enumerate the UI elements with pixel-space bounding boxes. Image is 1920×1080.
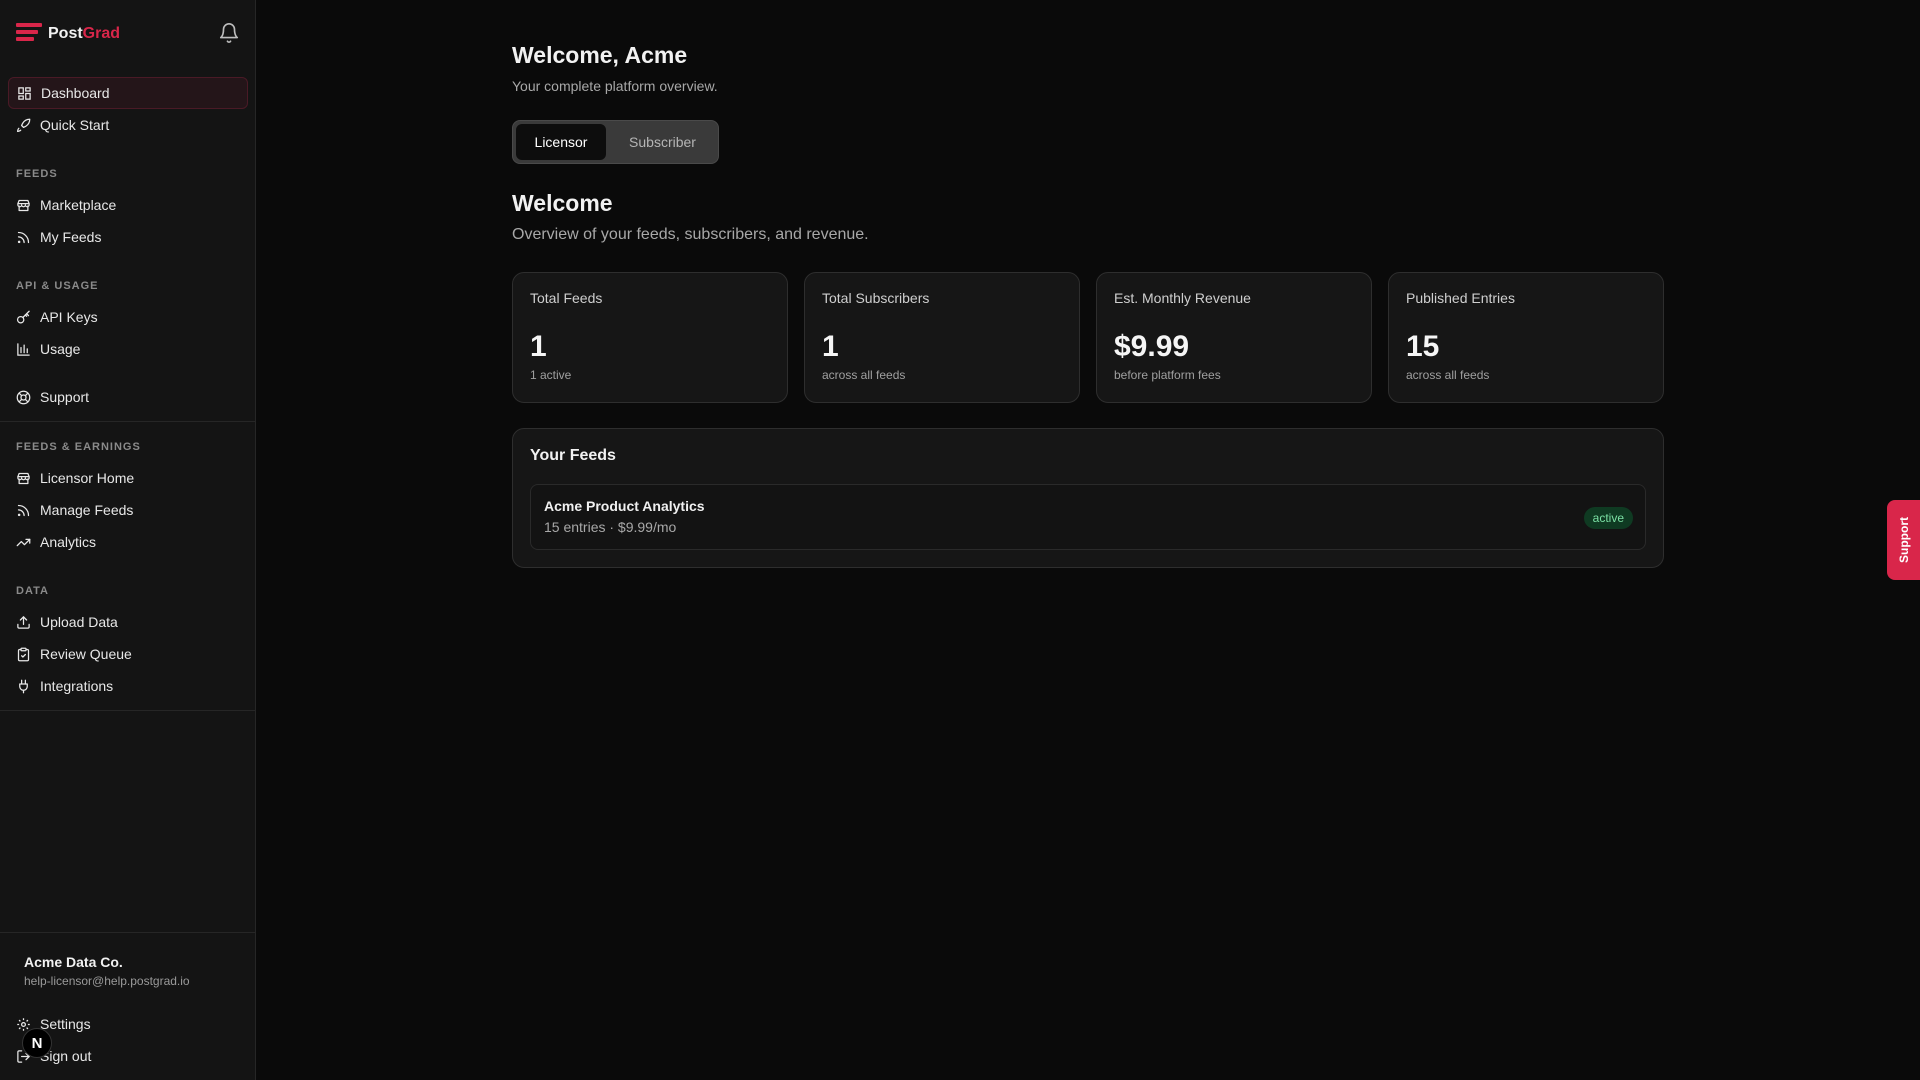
stat-card-published-entries: Published Entries 15 across all feeds: [1388, 272, 1664, 403]
list-item[interactable]: Acme Product Analytics 15 entries · $9.9…: [530, 484, 1646, 550]
account-name: Acme Data Co.: [24, 954, 123, 970]
sidebar-item-label: Dashboard: [41, 85, 110, 101]
store-icon: [17, 472, 30, 484]
sidebar-item-review-queue[interactable]: Review Queue: [8, 638, 248, 670]
sidebar-item-label: Support: [40, 389, 90, 405]
sidebar-item-label: Marketplace: [40, 197, 117, 213]
sidebar-item-label: Usage: [40, 341, 81, 357]
sidebar-item-dashboard[interactable]: Dashboard: [8, 77, 248, 109]
rocket-icon: [16, 118, 31, 132]
sidebar-item-label: API Keys: [40, 309, 98, 325]
page-subtitle: Your complete platform overview.: [512, 78, 718, 94]
role-toggle: Licensor Subscriber: [512, 120, 719, 164]
lifebuoy-icon: [16, 390, 31, 404]
panel-title: Your Feeds: [530, 447, 616, 464]
status-badge: active: [1583, 507, 1633, 529]
stat-label: Total Subscribers: [822, 290, 930, 306]
rss-icon: [17, 504, 30, 516]
key-icon: [16, 310, 30, 323]
toggle-licensor[interactable]: Licensor: [516, 124, 606, 160]
sidebar-item-upload-data[interactable]: Upload Data: [8, 606, 248, 638]
brand-logo[interactable]: PostGrad: [16, 20, 240, 48]
sidebar-item-label: Quick Start: [40, 117, 110, 133]
feed-meta: 15 entries · $9.99/mo: [544, 519, 677, 535]
brand-name: PostGrad: [48, 25, 121, 42]
grid-icon: [18, 86, 31, 100]
upload-icon: [17, 615, 30, 629]
sidebar-item-label: Integrations: [40, 678, 114, 694]
stat-value: 15: [1406, 330, 1440, 363]
your-feeds-panel: Your Feeds Acme Product Analytics 15 ent…: [512, 428, 1664, 568]
stat-note: across all feeds: [1406, 368, 1490, 382]
section-label-api-usage: API & USAGE: [16, 280, 99, 292]
stat-value: 1: [822, 330, 839, 363]
support-tab-label: Support: [1896, 517, 1911, 563]
sidebar-item-label: Upload Data: [40, 614, 118, 630]
sidebar-item-label: Analytics: [40, 534, 97, 550]
sidebar-item-analytics[interactable]: Analytics: [8, 526, 248, 558]
section-subtitle: Overview of your feeds, subscribers, and…: [512, 226, 869, 243]
bell-icon[interactable]: [218, 22, 240, 44]
sidebar-item-label: Licensor Home: [40, 470, 135, 486]
sidebar-item-marketplace[interactable]: Marketplace: [8, 189, 248, 221]
sidebar-item-label: Review Queue: [40, 646, 132, 662]
sidebar-item-label: My Feeds: [40, 229, 102, 245]
stat-value: $9.99: [1114, 330, 1190, 363]
stat-label: Est. Monthly Revenue: [1114, 290, 1251, 306]
feed-name: Acme Product Analytics: [544, 498, 705, 514]
sidebar-divider: [0, 421, 256, 422]
bar-chart-icon: [17, 342, 30, 356]
rss-icon: [17, 231, 30, 243]
sidebar-divider: [0, 932, 256, 933]
stat-value: 1: [530, 330, 547, 363]
stat-label: Total Feeds: [530, 290, 603, 306]
stat-note: across all feeds: [822, 368, 906, 382]
stat-card-total-subscribers: Total Subscribers 1 across all feeds: [804, 272, 1080, 403]
account-info: Acme Data Co. help-licensor@help.postgra…: [24, 954, 190, 988]
stat-card-total-feeds: Total Feeds 1 1 active: [512, 272, 788, 403]
plug-icon: [19, 679, 28, 693]
trending-up-icon: [16, 538, 31, 546]
stat-label: Published Entries: [1406, 290, 1515, 306]
stat-card-monthly-revenue: Est. Monthly Revenue $9.99 before platfo…: [1096, 272, 1372, 403]
section-title: Welcome: [512, 190, 613, 216]
sidebar-item-manage-feeds[interactable]: Manage Feeds: [8, 494, 248, 526]
sidebar-item-quick-start[interactable]: Quick Start: [8, 109, 248, 141]
support-tab-button[interactable]: Support: [1887, 500, 1920, 580]
section-label-feeds: FEEDS: [16, 168, 58, 180]
account-email: help-licensor@help.postgrad.io: [24, 974, 190, 988]
sidebar-item-integrations[interactable]: Integrations: [8, 670, 248, 702]
sidebar-divider: [0, 710, 256, 711]
clipboard-check-icon: [17, 647, 30, 661]
avatar[interactable]: N: [22, 1028, 52, 1058]
sidebar-item-support[interactable]: Support: [8, 381, 248, 413]
sidebar: PostGrad Dashboard Quick Start FEEDS Mar…: [0, 0, 256, 1080]
sidebar-item-label: Manage Feeds: [40, 502, 134, 518]
toggle-subscriber[interactable]: Subscriber: [610, 124, 715, 160]
sidebar-item-label: Settings: [40, 1016, 91, 1032]
stat-note: 1 active: [530, 368, 572, 382]
stat-note: before platform fees: [1114, 368, 1221, 382]
section-label-feeds-earnings: FEEDS & EARNINGS: [16, 441, 141, 453]
page-title: Welcome, Acme: [512, 42, 688, 68]
sidebar-item-my-feeds[interactable]: My Feeds: [8, 221, 248, 253]
sidebar-item-api-keys[interactable]: API Keys: [8, 301, 248, 333]
sidebar-item-usage[interactable]: Usage: [8, 333, 248, 365]
store-icon: [17, 199, 30, 211]
logo-mark-icon: [16, 23, 42, 45]
section-label-data: DATA: [16, 585, 49, 597]
sidebar-item-licensor-home[interactable]: Licensor Home: [8, 462, 248, 494]
